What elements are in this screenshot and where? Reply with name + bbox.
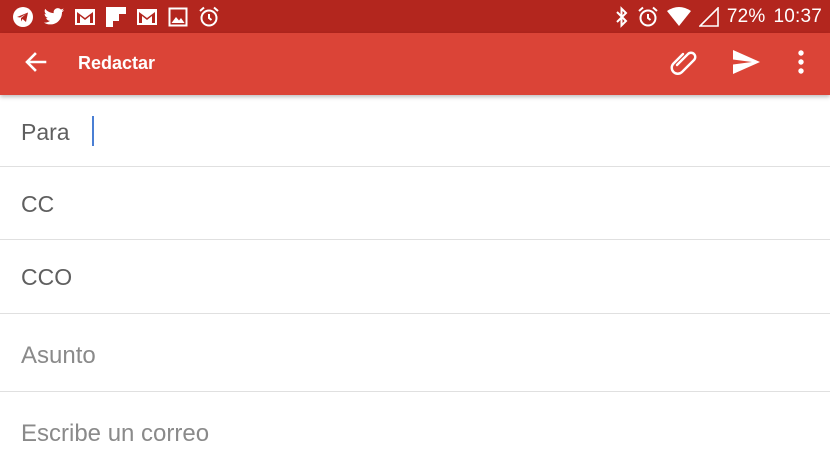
flipboard-icon bbox=[105, 6, 127, 28]
app-bar: Redactar bbox=[0, 33, 830, 95]
system-status: 72% 10:37 bbox=[607, 5, 822, 29]
status-bar: 72% 10:37 bbox=[0, 0, 830, 33]
battery-level: 72% bbox=[726, 6, 766, 27]
subject-field[interactable]: Asunto bbox=[0, 314, 830, 392]
image-icon bbox=[167, 6, 189, 28]
cell-signal-icon bbox=[698, 6, 719, 28]
gmail-icon bbox=[74, 6, 96, 28]
body-placeholder: Escribe un correo bbox=[21, 420, 210, 447]
bluetooth-icon bbox=[615, 6, 629, 28]
more-options-button[interactable] bbox=[785, 48, 817, 80]
bcc-field[interactable]: CCO bbox=[0, 240, 830, 314]
body-field[interactable]: Escribe un correo bbox=[0, 392, 830, 467]
gmail-icon bbox=[136, 6, 158, 28]
more-vert-icon bbox=[797, 49, 805, 80]
back-button[interactable] bbox=[20, 48, 52, 80]
twitter-icon bbox=[43, 6, 65, 28]
telegram-icon bbox=[12, 6, 34, 28]
text-cursor bbox=[92, 116, 94, 146]
arrow-back-icon bbox=[23, 49, 49, 80]
page-title: Redactar bbox=[78, 53, 156, 73]
clock: 10:37 bbox=[773, 6, 822, 27]
compose-form: Para CC CCO Asunto Escribe un correo bbox=[0, 95, 830, 467]
alarm-icon bbox=[198, 6, 220, 28]
notification-icons bbox=[12, 6, 229, 28]
send-icon bbox=[731, 48, 761, 81]
to-label: Para bbox=[21, 119, 70, 145]
attach-icon bbox=[669, 47, 699, 82]
to-field[interactable]: Para bbox=[0, 95, 830, 167]
to-input[interactable] bbox=[90, 105, 810, 156]
bcc-label: CCO bbox=[21, 264, 73, 290]
send-button[interactable] bbox=[730, 48, 762, 80]
attach-button[interactable] bbox=[668, 48, 700, 80]
cc-label: CC bbox=[21, 191, 55, 217]
alarm-icon bbox=[637, 6, 659, 28]
wifi-icon bbox=[666, 6, 691, 28]
cc-field[interactable]: CC bbox=[0, 167, 830, 240]
subject-placeholder: Asunto bbox=[21, 342, 96, 369]
